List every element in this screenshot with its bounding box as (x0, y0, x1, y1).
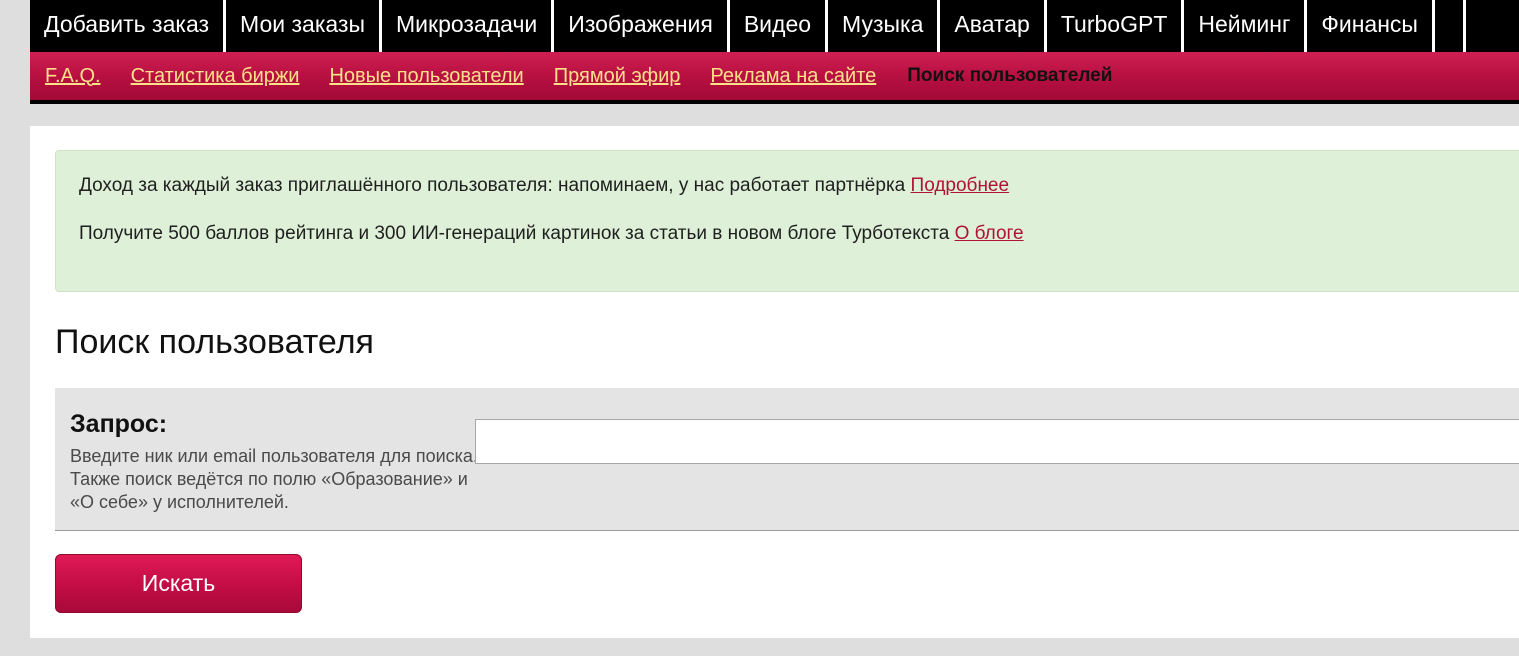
subnav-link-new-users[interactable]: Новые пользователи (329, 65, 523, 88)
tab-avatar[interactable]: Аватар (940, 0, 1047, 52)
query-hint: Введите ник или email пользователя для п… (70, 446, 478, 512)
search-button[interactable]: Искать (55, 554, 302, 613)
tab-music[interactable]: Музыка (828, 0, 941, 52)
query-input[interactable] (475, 419, 1519, 464)
top-nav: Добавить заказ Мои заказы Микрозадачи Из… (30, 0, 1519, 52)
main-panel: Доход за каждый заказ приглашённого поль… (30, 126, 1519, 638)
query-label: Запрос: (70, 410, 168, 438)
tab-video[interactable]: Видео (730, 0, 829, 52)
notice-line-referral: Доход за каждый заказ приглашённого поль… (79, 175, 1009, 197)
subnav-link-faq[interactable]: F.A.Q. (45, 65, 101, 88)
notice-box: Доход за каждый заказ приглашённого поль… (55, 150, 1519, 292)
page-title: Поиск пользователя (55, 323, 374, 361)
sub-nav: F.A.Q. Статистика биржи Новые пользовате… (30, 52, 1519, 104)
query-form-row: Запрос: Введите ник или email пользовате… (55, 388, 1519, 531)
tab-images[interactable]: Изображения (554, 0, 730, 52)
tab-microtasks[interactable]: Микрозадачи (382, 0, 555, 52)
notice-referral-text: Доход за каждый заказ приглашённого поль… (79, 175, 911, 196)
notice-referral-link[interactable]: Подробнее (911, 175, 1010, 196)
tab-turbogpt[interactable]: TurboGPT (1047, 0, 1185, 52)
notice-blog-text: Получите 500 баллов рейтинга и 300 ИИ-ге… (79, 223, 955, 244)
notice-line-blog: Получите 500 баллов рейтинга и 300 ИИ-ге… (79, 223, 1024, 245)
tab-add-order[interactable]: Добавить заказ (30, 0, 227, 52)
notice-blog-link[interactable]: О блоге (955, 223, 1024, 244)
page: Добавить заказ Мои заказы Микрозадачи Из… (0, 0, 1519, 656)
subnav-link-advertising[interactable]: Реклама на сайте (710, 65, 876, 88)
subnav-link-exchange-stats[interactable]: Статистика биржи (131, 65, 300, 88)
subnav-link-live[interactable]: Прямой эфир (554, 65, 681, 88)
tab-finance[interactable]: Финансы (1307, 0, 1435, 52)
tab-my-orders[interactable]: Мои заказы (226, 0, 382, 52)
subnav-current-user-search: Поиск пользователей (907, 65, 1113, 86)
tab-more[interactable] (1435, 0, 1466, 52)
tab-naming[interactable]: Нейминг (1184, 0, 1308, 52)
